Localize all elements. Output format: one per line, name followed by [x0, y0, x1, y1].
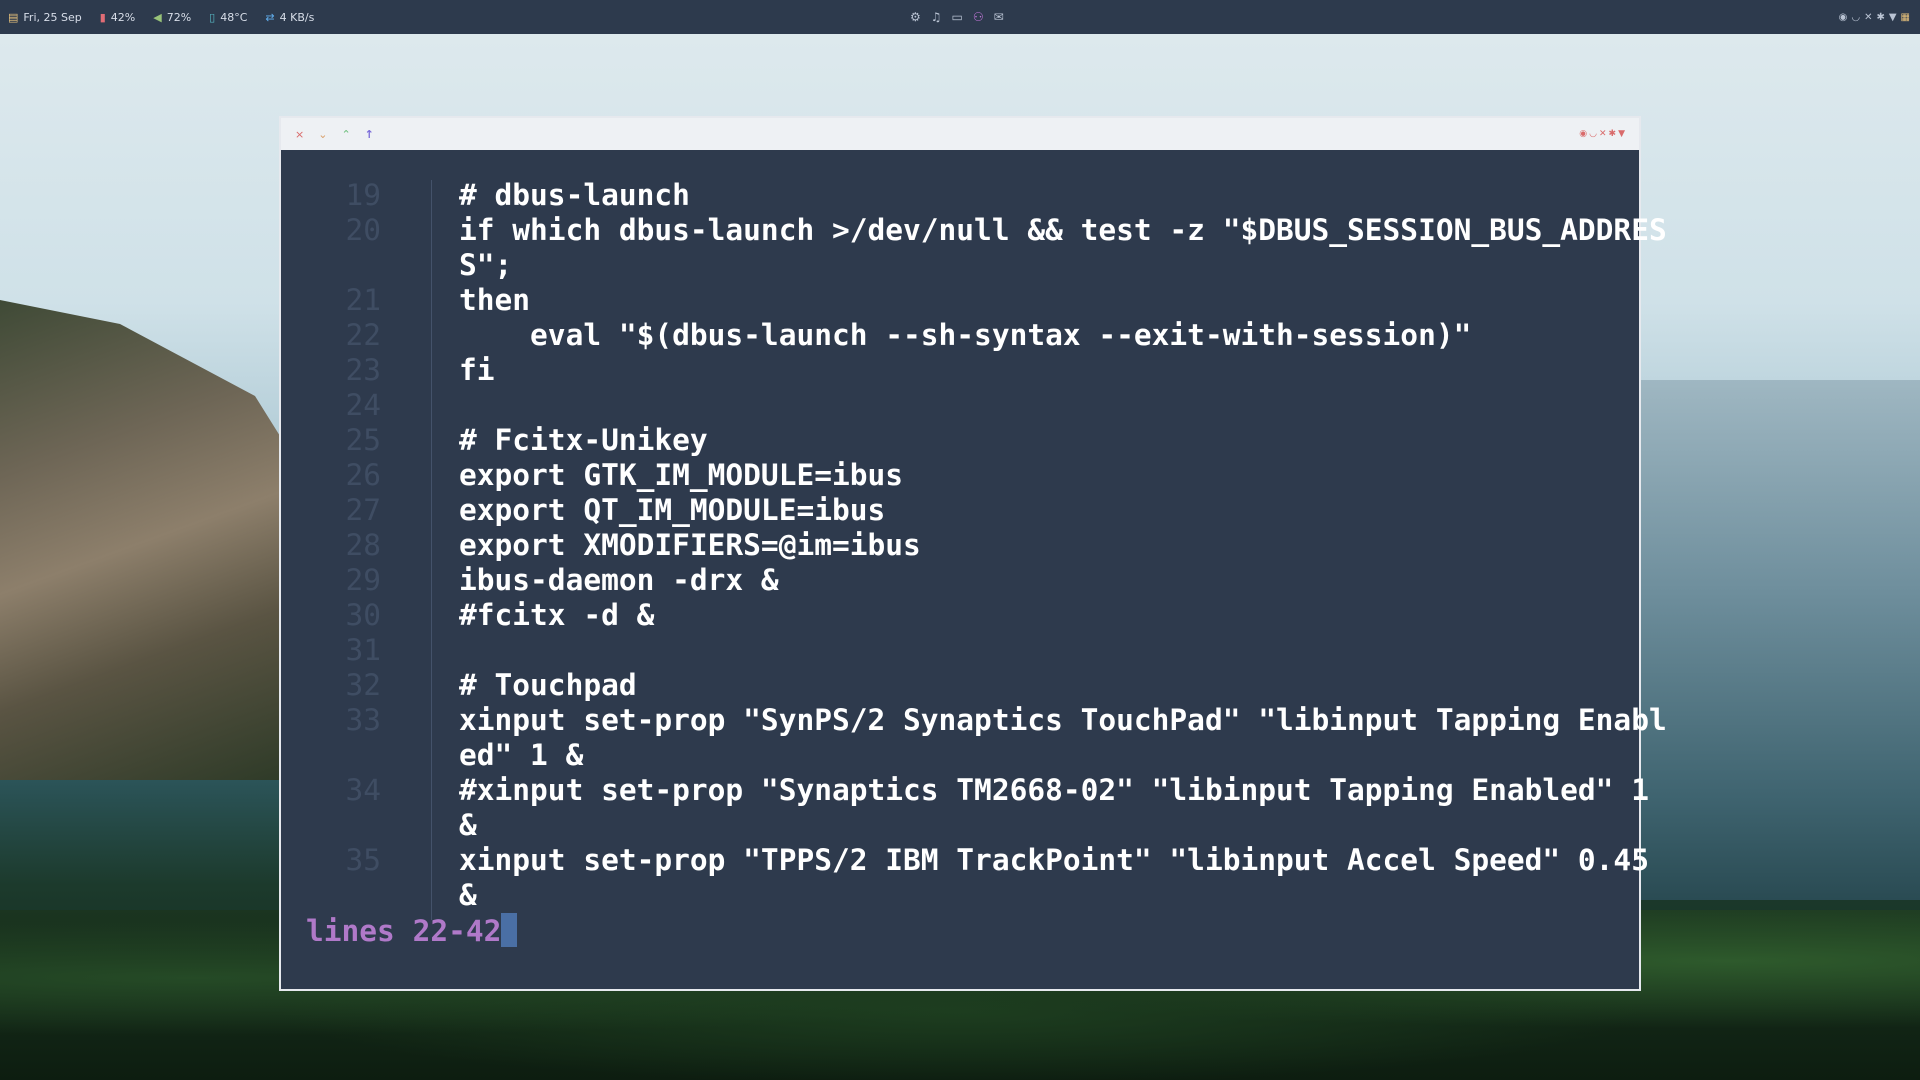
code-text: then: [459, 283, 531, 317]
code-text: #xinput set-prop "Synaptics TM2668-02" "…: [459, 773, 1649, 807]
pager-view[interactable]: 19 # dbus-launch 20 if which dbus-launch >/…: [281, 150, 1667, 989]
line-number: 20: [345, 213, 381, 247]
volume-icon: ◀: [153, 10, 162, 24]
temperature-text: 48°C: [220, 10, 248, 24]
code-text: export GTK_IM_MODULE=ibus: [459, 458, 904, 492]
workspace-icons: ⚙ ♫ ▭ ⚇ ✉: [910, 0, 1004, 34]
code-text: # Touchpad: [459, 668, 637, 702]
raise-icon[interactable]: ↑: [365, 128, 374, 141]
tray-icon-1[interactable]: ◉: [1839, 12, 1848, 23]
mail-icon[interactable]: ✉: [994, 10, 1004, 24]
code-text: &: [459, 878, 477, 912]
code-text: ibus-daemon -drx &: [459, 563, 779, 597]
line-number: 29: [345, 563, 381, 597]
thermometer-icon: ▯: [209, 10, 216, 24]
line-number: 34: [345, 773, 381, 807]
volume-widget[interactable]: ◀ 72%: [153, 11, 191, 24]
tray-icon-4[interactable]: ✱: [1876, 12, 1884, 23]
line-number: 22: [345, 318, 381, 352]
battery-widget[interactable]: ▮ 42%: [100, 11, 136, 24]
menu-icon[interactable]: ▦: [1901, 12, 1910, 23]
window-tray-icon-1[interactable]: ◉: [1579, 129, 1587, 139]
line-number: 23: [345, 353, 381, 387]
tray-icon-2[interactable]: ◡: [1851, 12, 1860, 23]
wallpaper-cliff: [0, 300, 300, 780]
code-text: S";: [459, 248, 513, 282]
pager-status-line: lines 22-42: [306, 913, 518, 949]
top-panel: ▤ Fri, 25 Sep ▮ 42% ◀ 72% ▯ 48°C ⇄ 4 KB/…: [0, 0, 1920, 34]
gutter-divider: [431, 180, 432, 920]
line-number: 24: [345, 388, 381, 422]
battery-icon: ▮: [99, 10, 106, 24]
code-text: fi: [459, 353, 495, 387]
date-widget[interactable]: ▤ Fri, 25 Sep: [8, 11, 82, 24]
volume-text: 72%: [166, 10, 192, 24]
code-text: ed" 1 &: [459, 738, 584, 772]
line-number: 21: [345, 283, 381, 317]
chat-icon[interactable]: ▭: [952, 10, 963, 24]
window-tray-icon-5[interactable]: ▼: [1618, 129, 1625, 139]
wallpaper-sea: [1630, 380, 1920, 900]
line-number: 32: [345, 668, 381, 702]
code-text: xinput set-prop "SynPS/2 Synaptics Touch…: [459, 703, 1667, 737]
music-icon[interactable]: ♫: [931, 10, 942, 24]
status-text: lines 22-42: [306, 914, 502, 948]
code-text: eval "$(dbus-launch --sh-syntax --exit-w…: [459, 318, 1472, 352]
line-number: 28: [345, 528, 381, 562]
code-text: #fcitx -d &: [459, 598, 655, 632]
code-text: xinput set-prop "TPPS/2 IBM TrackPoint" …: [459, 843, 1649, 877]
temperature-widget[interactable]: ▯ 48°C: [209, 11, 247, 24]
date-text: Fri, 25 Sep: [23, 10, 82, 24]
code-text: # dbus-launch: [459, 178, 690, 212]
network-widget[interactable]: ⇄ 4 KB/s: [265, 11, 314, 24]
close-icon[interactable]: ×: [295, 128, 304, 141]
code-text: &: [459, 808, 477, 842]
maximize-icon[interactable]: ⌃: [341, 128, 350, 141]
system-tray: ◉ ◡ ✕ ✱ ▼ ▦: [1839, 0, 1910, 34]
gear-icon[interactable]: ⚙: [910, 10, 921, 24]
line-number: 27: [345, 493, 381, 527]
line-number: 35: [345, 843, 381, 877]
window-titlebar[interactable]: × ⌄ ⌃ ↑ ◉ ◡ ✕ ✱ ▼: [281, 118, 1639, 150]
line-number: 33: [345, 703, 381, 737]
window-tray-icon-2[interactable]: ◡: [1589, 129, 1597, 139]
line-number: 26: [345, 458, 381, 492]
minimize-icon[interactable]: ⌄: [318, 128, 327, 141]
users-icon[interactable]: ⚇: [973, 10, 984, 24]
line-number: 31: [345, 633, 381, 667]
network-icon: ⇄: [265, 10, 275, 24]
text-cursor: [501, 913, 518, 947]
status-widgets: ▤ Fri, 25 Sep ▮ 42% ◀ 72% ▯ 48°C ⇄ 4 KB/…: [8, 0, 314, 34]
terminal-window: × ⌄ ⌃ ↑ ◉ ◡ ✕ ✱ ▼ 19 # dbus-launch 20 if wh…: [279, 116, 1667, 991]
window-controls: × ⌄ ⌃ ↑: [295, 128, 374, 141]
line-number: 19: [345, 178, 381, 212]
calendar-icon: ▤: [8, 10, 19, 24]
code-text: export XMODIFIERS=@im=ibus: [459, 528, 921, 562]
code-text: export QT_IM_MODULE=ibus: [459, 493, 886, 527]
window-tray-icon-4[interactable]: ✱: [1609, 129, 1617, 139]
line-number: 25: [345, 423, 381, 457]
window-tray-icon-3[interactable]: ✕: [1599, 129, 1607, 139]
code-text: if which dbus-launch >/dev/null && test …: [459, 213, 1667, 247]
line-number: 30: [345, 598, 381, 632]
network-text: 4 KB/s: [279, 10, 315, 24]
window-tray: ◉ ◡ ✕ ✱ ▼: [1579, 118, 1625, 150]
tray-icon-3[interactable]: ✕: [1864, 12, 1872, 23]
code-text: # Fcitx-Unikey: [459, 423, 708, 457]
wifi-icon[interactable]: ▼: [1889, 12, 1897, 23]
battery-text: 42%: [110, 10, 136, 24]
